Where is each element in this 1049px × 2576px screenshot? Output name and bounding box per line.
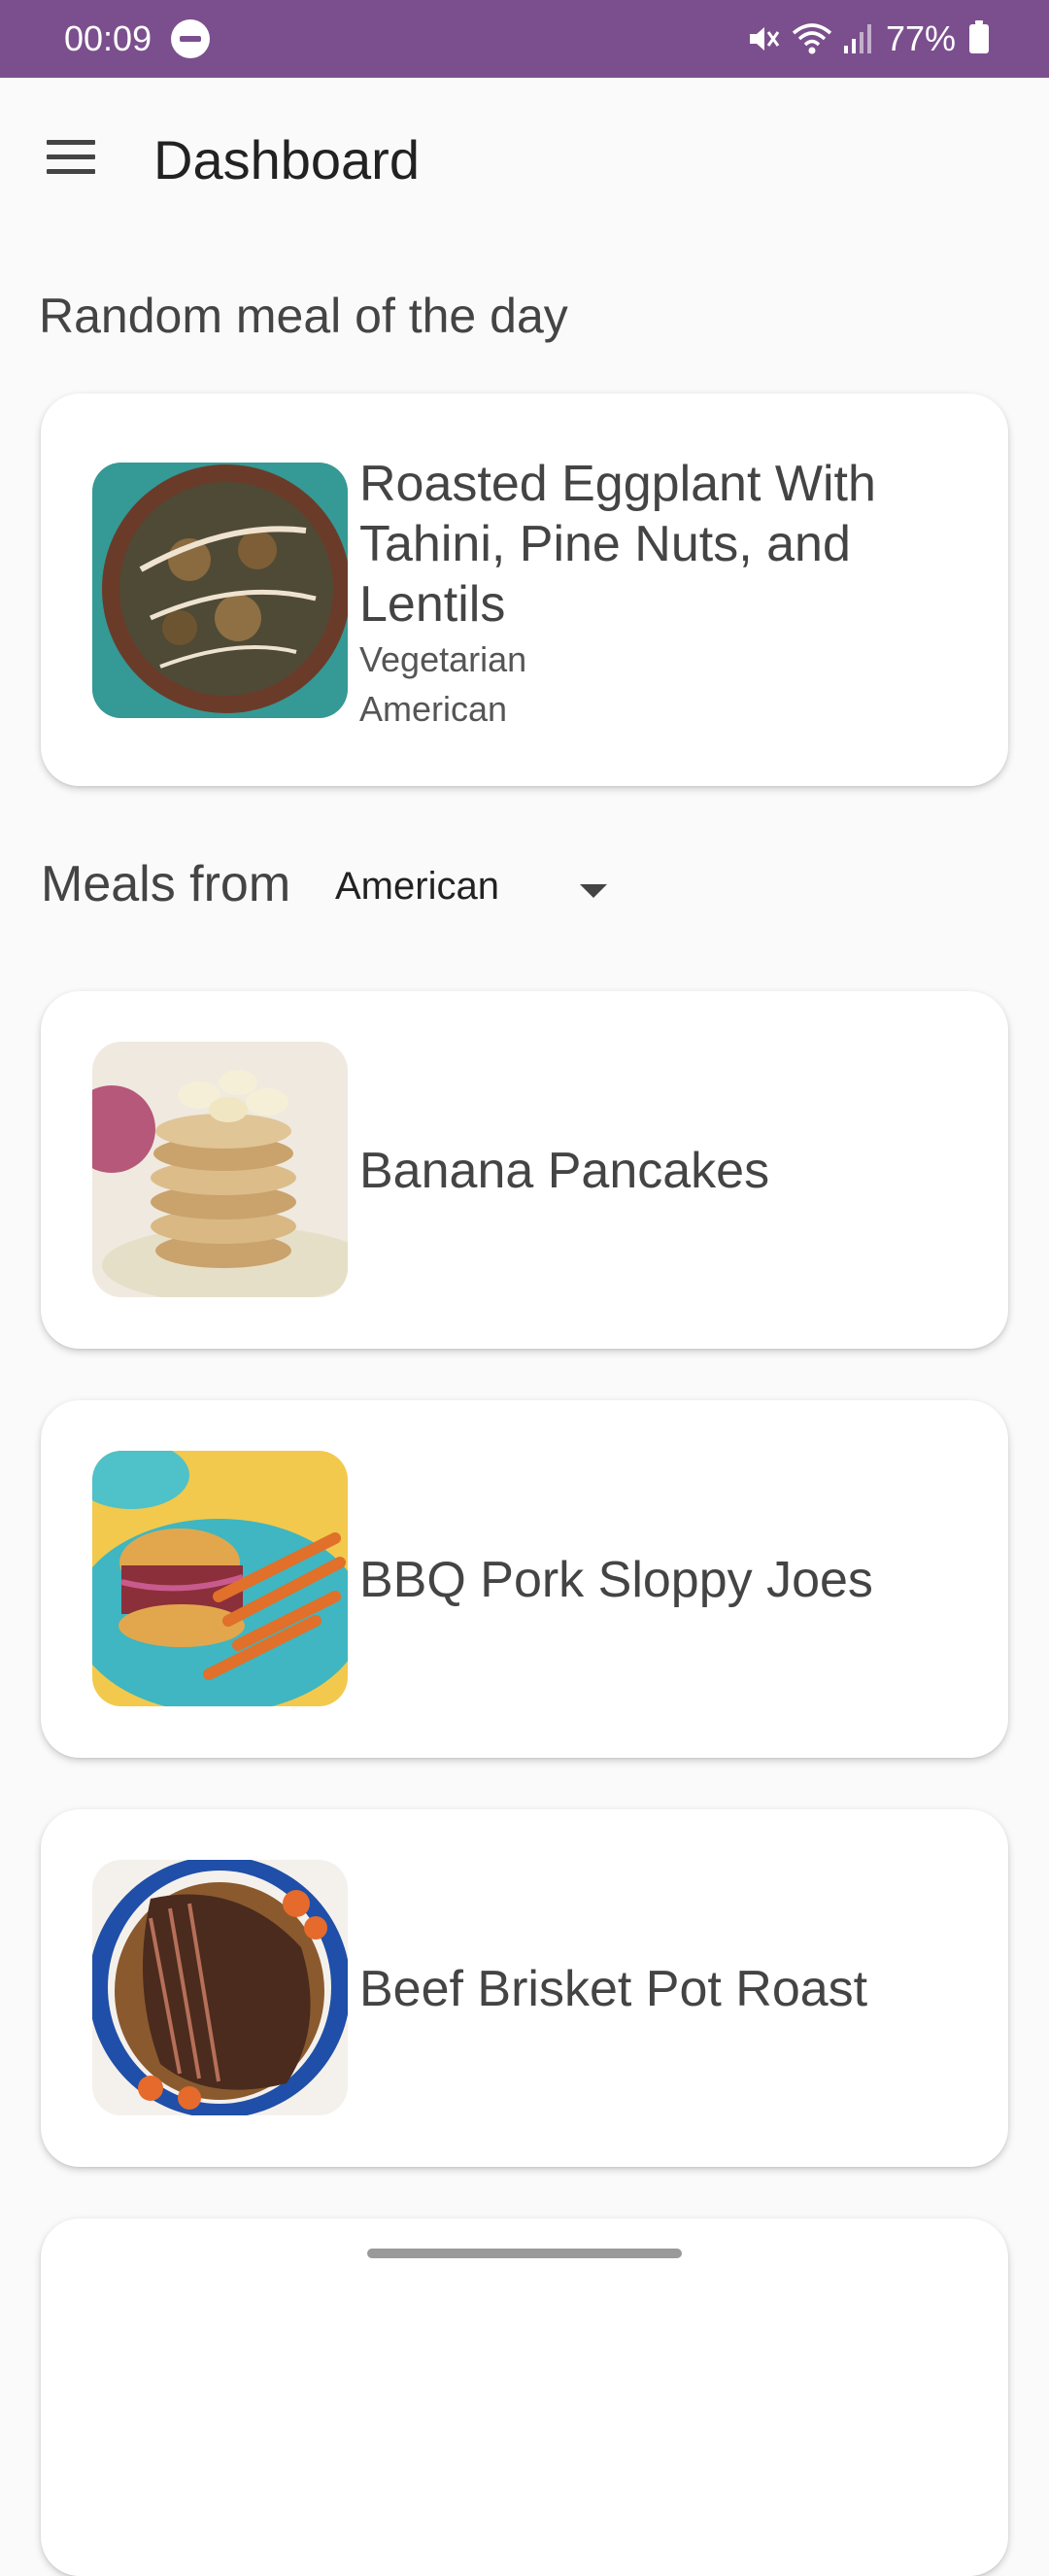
dropdown-arrow-icon [580, 884, 607, 898]
meal-image [92, 463, 348, 718]
meals-from-label: Meals from [41, 856, 291, 912]
do-not-disturb-icon [171, 19, 210, 58]
meal-title: Roasted Eggplant With Tahini, Pine Nuts,… [359, 456, 876, 633]
signal-icon [843, 24, 871, 53]
meal-title: Banana Pancakes [359, 1143, 770, 1199]
meal-area: American [359, 689, 508, 729]
meal-title: Beef Brisket Pot Roast [359, 1961, 868, 2017]
meal-card[interactable]: Beef Brisket Pot Roast [41, 1809, 1008, 2167]
meal-image [92, 1042, 348, 1297]
mute-icon [749, 27, 780, 51]
meal-title: BBQ Pork Sloppy Joes [359, 1552, 873, 1608]
meal-card[interactable]: Banana Pancakes [41, 991, 1008, 1349]
meal-card[interactable]: BBQ Pork Sloppy Joes [41, 1400, 1008, 1758]
random-meal-heading: Random meal of the day [39, 289, 568, 343]
meal-image [92, 1860, 348, 2115]
status-bar: 00:09 77% [0, 0, 1049, 78]
area-dropdown-value: American [335, 865, 499, 908]
app-bar: Dashboard [0, 78, 1049, 249]
area-dropdown[interactable]: American [335, 865, 626, 923]
meal-category: Vegetarian [359, 639, 527, 679]
menu-icon[interactable] [47, 140, 95, 179]
status-indicators: 77% [746, 18, 989, 59]
battery-icon [969, 20, 989, 53]
page-title: Dashboard [153, 129, 420, 190]
status-time: 00:09 [64, 18, 152, 58]
battery-percent: 77% [885, 18, 956, 58]
random-meal-card[interactable]: Roasted Eggplant With Tahini, Pine Nuts,… [41, 394, 1008, 786]
navigation-handle[interactable] [367, 2249, 682, 2258]
wifi-icon [792, 23, 832, 54]
meal-card-partial[interactable] [41, 2218, 1008, 2576]
meal-image [92, 1451, 348, 1706]
